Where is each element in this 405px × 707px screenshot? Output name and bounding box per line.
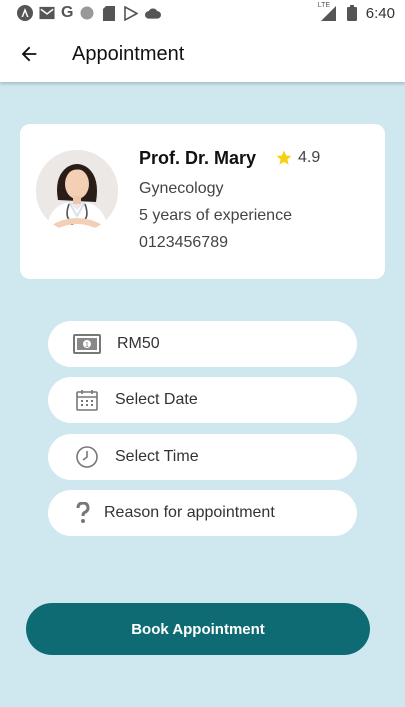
main-content: Prof. Dr. Mary 4.9 Gynecology 5 years of… bbox=[0, 82, 405, 707]
date-field[interactable]: Select Date bbox=[48, 377, 357, 423]
doctor-phone: 0123456789 bbox=[139, 234, 228, 251]
mail-icon bbox=[39, 5, 55, 21]
time-field[interactable]: Select Time bbox=[48, 434, 357, 480]
battery-icon bbox=[344, 5, 360, 21]
rating-value: 4.9 bbox=[298, 149, 321, 166]
fee-value: RM50 bbox=[117, 335, 160, 352]
google-icon: G bbox=[61, 4, 74, 21]
calendar-icon bbox=[73, 388, 101, 412]
angular-icon bbox=[17, 5, 33, 21]
doctor-card: Prof. Dr. Mary 4.9 Gynecology 5 years of… bbox=[20, 124, 385, 279]
app-bar: Appointment bbox=[0, 26, 405, 82]
system-indicators: LTE 6:40 bbox=[317, 2, 395, 22]
money-icon: 1 bbox=[73, 332, 101, 356]
svg-text:1: 1 bbox=[85, 342, 89, 349]
network-label: LTE bbox=[317, 2, 331, 9]
circle-icon bbox=[79, 5, 95, 21]
status-time: 6:40 bbox=[365, 4, 395, 22]
cloud-icon bbox=[145, 5, 162, 21]
doctor-specialty: Gynecology bbox=[139, 180, 224, 197]
arrow-left-icon bbox=[18, 43, 40, 65]
date-placeholder: Select Date bbox=[115, 391, 198, 408]
book-appointment-button[interactable]: Book Appointment bbox=[26, 603, 370, 655]
fee-field: 1 RM50 bbox=[48, 321, 357, 367]
play-store-icon bbox=[123, 5, 139, 21]
star-icon bbox=[275, 149, 293, 167]
doctor-experience: 5 years of experience bbox=[139, 207, 292, 224]
clock-icon bbox=[73, 445, 101, 469]
doctor-name: Prof. Dr. Mary bbox=[139, 148, 257, 168]
time-placeholder: Select Time bbox=[115, 448, 199, 465]
doctor-avatar bbox=[36, 150, 118, 232]
back-button[interactable] bbox=[16, 41, 42, 67]
reason-field[interactable]: Reason for appointment bbox=[48, 490, 357, 536]
page-title: Appointment bbox=[72, 42, 185, 65]
sim-card-icon bbox=[101, 5, 117, 21]
notification-icons: G bbox=[17, 4, 162, 21]
status-bar: G LTE 6:40 bbox=[0, 0, 405, 26]
doctor-rating: 4.9 bbox=[275, 149, 320, 167]
reason-placeholder: Reason for appointment bbox=[104, 504, 275, 521]
question-mark-icon bbox=[69, 501, 97, 525]
signal-icon: LTE bbox=[317, 2, 338, 21]
